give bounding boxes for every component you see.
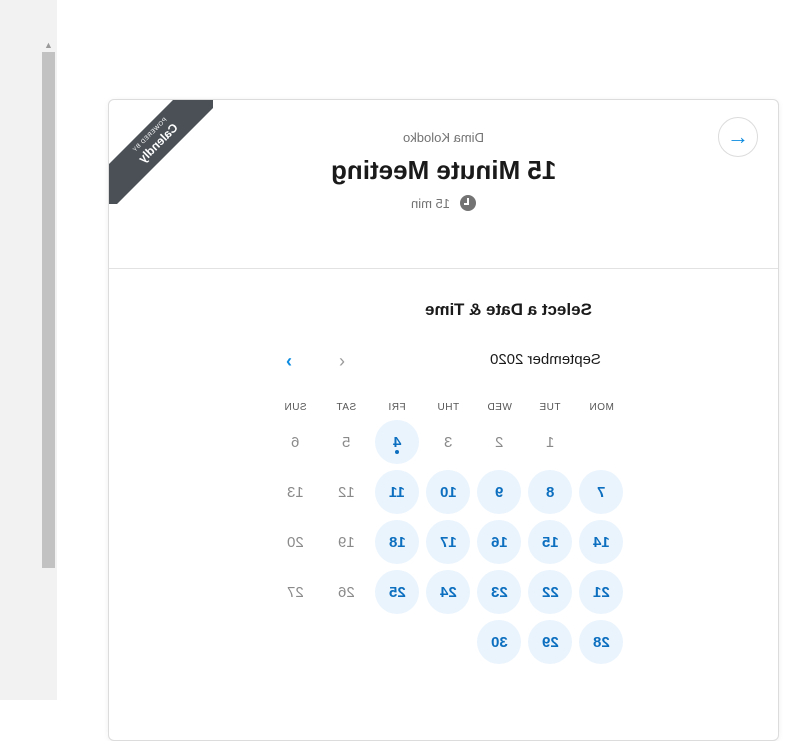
calendar-day-7[interactable]: 7 [579,470,623,514]
weekday-header: MON TUE WED THU FRI SAT SUN [267,402,627,416]
clock-icon [459,195,476,211]
previous-month-button[interactable]: ‹ [327,346,357,376]
chevron-right-icon: › [286,350,292,371]
weekday-thu: THU [436,402,460,413]
calendar-day-27: 27 [286,583,304,601]
weekday-wed: WED [486,402,512,413]
weekday-sun: SUN [283,402,307,413]
calendar-day-4[interactable]: 4 [375,420,419,464]
calendar-day-15[interactable]: 15 [528,520,572,564]
calendar-day-5: 5 [341,433,351,451]
calendar-day-12: 12 [337,483,355,501]
calendar-day-26: 26 [337,583,355,601]
calendar-day-28[interactable]: 28 [579,620,623,664]
calendar-day-30[interactable]: 30 [477,620,521,664]
weekday-tue: TUE [539,402,561,413]
duration-row: 15 min [109,195,778,211]
scroll-thumb[interactable] [42,52,55,568]
calendar-day-21[interactable]: 21 [579,570,623,614]
calendar-day-20: 20 [286,533,304,551]
calendar-day-9[interactable]: 9 [477,470,521,514]
calendar-day-29[interactable]: 29 [528,620,572,664]
calendar-day-3: 3 [443,433,453,451]
calendar-day-19: 19 [337,533,355,551]
select-date-time-title: Select a Date & Time [425,300,592,319]
calendar-day-6: 6 [290,433,300,451]
calendar-day-14[interactable]: 14 [579,520,623,564]
left-gutter: ▲ [0,0,57,700]
calendar-day-25[interactable]: 25 [375,570,419,614]
calendar-day-8[interactable]: 8 [528,470,572,514]
weekday-fri: FRI [388,402,406,413]
scroll-up-arrow-icon[interactable]: ▲ [44,40,53,50]
calendar-grid: 1 2 3 4 5 6 7 8 9 10 11 12 13 14 15 16 17 18 19 20 21 22 23 24 2… [267,420,627,680]
calendar-day-22[interactable]: 22 [528,570,572,614]
calendar-day-16[interactable]: 16 [477,520,521,564]
calendar-day-23[interactable]: 23 [477,570,521,614]
host-name: Dima Kolodko [403,130,484,145]
weekday-sat: SAT [335,402,357,413]
next-month-button[interactable]: › [274,346,304,376]
event-title: 15 Minute Meeting [330,155,557,185]
calendar-day-13: 13 [286,483,304,501]
scrollbar[interactable]: ▲ [41,36,56,576]
calendar-day-11[interactable]: 11 [375,470,419,514]
chevron-left-icon: ‹ [339,350,345,371]
powered-by-ribbon[interactable]: POWERED BY Calendly [109,100,213,204]
calendar-day-1: 1 [545,433,555,451]
booking-card: POWERED BY Calendly → Dima Kolodko 15 Mi… [108,99,779,741]
calendar-day-10[interactable]: 10 [426,470,470,514]
calendar-day-18[interactable]: 18 [375,520,419,564]
duration-text: 15 min [411,196,451,211]
calendar-day-17[interactable]: 17 [426,520,470,564]
calendar-day-24[interactable]: 24 [426,570,470,614]
calendar-day-2: 2 [494,433,504,451]
divider [109,268,778,269]
weekday-mon: MON [588,402,614,413]
today-dot-icon [395,450,399,454]
month-label: September 2020 [490,351,601,368]
